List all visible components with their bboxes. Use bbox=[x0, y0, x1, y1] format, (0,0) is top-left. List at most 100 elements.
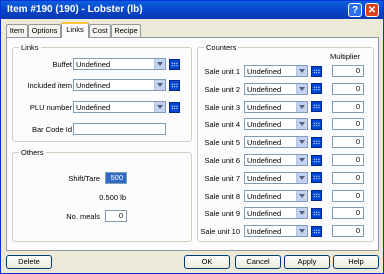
sale-unit-value: Undefined bbox=[247, 209, 282, 219]
no-meals-label: No. meals bbox=[66, 212, 100, 221]
multiplier-input[interactable]: 0 bbox=[332, 154, 364, 166]
buffet-lookup-icon[interactable] bbox=[169, 59, 180, 70]
window-title: Item #190 (190) - Lobster (lb) bbox=[7, 4, 143, 15]
chevron-down-icon[interactable] bbox=[296, 226, 307, 237]
plu-number-value: Undefined bbox=[76, 103, 111, 112]
sale-unit-select[interactable]: Undefined bbox=[244, 82, 308, 95]
close-icon[interactable]: ✕ bbox=[365, 3, 379, 17]
shift-tare-input[interactable]: 500 bbox=[105, 172, 127, 184]
apply-button[interactable]: Apply bbox=[284, 255, 330, 269]
sale-unit-label: Sale unit 1 bbox=[204, 67, 240, 76]
sale-unit-label: Sale unit 5 bbox=[204, 138, 240, 148]
others-legend: Others bbox=[19, 148, 46, 157]
multiplier-input[interactable]: 0 bbox=[332, 189, 364, 202]
chevron-down-icon[interactable] bbox=[296, 155, 307, 165]
plu-number-select[interactable]: Undefined bbox=[73, 101, 166, 113]
weight-text: 0.500 lb bbox=[99, 193, 126, 202]
links-tab-panel: Links Buffet Undefined Included item Und… bbox=[6, 37, 379, 251]
sale-unit-label: Sale unit 3 bbox=[204, 102, 240, 112]
sale-unit-lookup-icon[interactable] bbox=[311, 136, 322, 148]
others-group: Others Shift/Tare 500 0.500 lb No. meals… bbox=[12, 148, 192, 242]
chevron-down-icon[interactable] bbox=[296, 172, 307, 183]
help-icon[interactable]: ? bbox=[348, 3, 362, 17]
sale-unit-label: Sale unit 4 bbox=[204, 120, 240, 130]
no-meals-input[interactable]: 0 bbox=[105, 210, 127, 222]
chevron-down-icon[interactable] bbox=[296, 83, 307, 94]
tab-recipe[interactable]: Recipe bbox=[111, 24, 141, 37]
sale-unit-value: Undefined bbox=[247, 67, 282, 76]
sale-unit-select[interactable]: Undefined bbox=[244, 225, 308, 238]
plu-number-lookup-icon[interactable] bbox=[169, 102, 180, 113]
sale-unit-label: Sale unit 8 bbox=[204, 191, 240, 201]
sale-unit-value: Undefined bbox=[247, 102, 282, 112]
multiplier-input[interactable]: 0 bbox=[332, 136, 364, 149]
included-item-lookup-icon[interactable] bbox=[169, 80, 180, 91]
ok-button[interactable]: OK bbox=[184, 255, 230, 269]
bar-code-label: Bar Code Id bbox=[31, 125, 72, 134]
sale-unit-select[interactable]: Undefined bbox=[244, 171, 308, 184]
sale-unit-value: Undefined bbox=[247, 191, 282, 201]
chevron-down-icon[interactable] bbox=[154, 80, 165, 90]
sale-unit-lookup-icon[interactable] bbox=[311, 207, 322, 219]
multiplier-header: Multiplier bbox=[330, 52, 361, 61]
sale-unit-select[interactable]: Undefined bbox=[244, 65, 308, 77]
included-item-value: Undefined bbox=[76, 81, 111, 90]
multiplier-input[interactable]: 0 bbox=[332, 118, 364, 131]
links-group: Links Buffet Undefined Included item Und… bbox=[12, 43, 192, 142]
sale-unit-label: Sale unit 9 bbox=[204, 209, 240, 219]
shift-tare-label: Shift/Tare bbox=[68, 174, 100, 183]
sale-unit-lookup-icon[interactable] bbox=[311, 190, 322, 202]
tab-options[interactable]: Options bbox=[28, 24, 61, 37]
buffet-value: Undefined bbox=[76, 60, 111, 69]
tab-cost[interactable]: Cost bbox=[89, 24, 111, 37]
sale-unit-label: Sale unit 7 bbox=[204, 173, 240, 183]
links-legend: Links bbox=[19, 43, 41, 52]
multiplier-input[interactable]: 0 bbox=[332, 207, 364, 220]
sale-unit-select[interactable]: Undefined bbox=[244, 136, 308, 149]
help-button[interactable]: Help bbox=[333, 255, 379, 269]
chevron-down-icon[interactable] bbox=[154, 102, 165, 112]
sale-unit-value: Undefined bbox=[247, 173, 282, 183]
delete-button[interactable]: Delete bbox=[6, 255, 52, 269]
sale-unit-select[interactable]: Undefined bbox=[244, 118, 308, 131]
included-item-select[interactable]: Undefined bbox=[73, 79, 166, 91]
sale-unit-value: Undefined bbox=[247, 227, 282, 237]
sale-unit-select[interactable]: Undefined bbox=[244, 154, 308, 166]
sale-unit-label: Sale unit 6 bbox=[204, 156, 240, 165]
sale-unit-lookup-icon[interactable] bbox=[311, 118, 322, 130]
tab-item[interactable]: Item bbox=[6, 24, 28, 37]
sale-unit-label: Sale unit 10 bbox=[200, 227, 240, 237]
multiplier-input[interactable]: 0 bbox=[332, 82, 364, 95]
sale-unit-lookup-icon[interactable] bbox=[311, 154, 322, 166]
chevron-down-icon[interactable] bbox=[296, 66, 307, 76]
chevron-down-icon[interactable] bbox=[154, 59, 165, 69]
chevron-down-icon[interactable] bbox=[296, 137, 307, 148]
sale-unit-lookup-icon[interactable] bbox=[311, 101, 322, 113]
sale-unit-lookup-icon[interactable] bbox=[311, 83, 322, 95]
sale-unit-value: Undefined bbox=[247, 156, 282, 165]
item-dialog: Item #190 (190) - Lobster (lb) ? ✕ Item … bbox=[0, 0, 384, 274]
sale-unit-select[interactable]: Undefined bbox=[244, 207, 308, 220]
multiplier-input[interactable]: 0 bbox=[332, 171, 364, 184]
chevron-down-icon[interactable] bbox=[296, 190, 307, 201]
sale-unit-lookup-icon[interactable] bbox=[311, 225, 322, 237]
chevron-down-icon[interactable] bbox=[296, 101, 307, 112]
multiplier-input[interactable]: 0 bbox=[332, 100, 364, 113]
multiplier-input[interactable]: 0 bbox=[332, 225, 364, 238]
sale-unit-select[interactable]: Undefined bbox=[244, 100, 308, 113]
sale-unit-lookup-icon[interactable] bbox=[311, 172, 322, 184]
sale-unit-label: Sale unit 2 bbox=[204, 84, 240, 94]
sale-unit-select[interactable]: Undefined bbox=[244, 189, 308, 202]
sale-unit-value: Undefined bbox=[247, 138, 282, 148]
multiplier-input[interactable]: 0 bbox=[332, 65, 364, 77]
bar-code-input[interactable] bbox=[73, 123, 166, 135]
cancel-button[interactable]: Cancel bbox=[235, 255, 281, 269]
chevron-down-icon[interactable] bbox=[296, 208, 307, 219]
buffet-select[interactable]: Undefined bbox=[73, 58, 166, 70]
sale-unit-lookup-icon[interactable] bbox=[311, 65, 322, 77]
title-bar[interactable]: Item #190 (190) - Lobster (lb) ? ✕ bbox=[1, 1, 383, 19]
included-item-label: Included item bbox=[27, 81, 72, 90]
buffet-label: Buffet bbox=[52, 60, 72, 69]
tab-links[interactable]: Links bbox=[61, 22, 89, 38]
chevron-down-icon[interactable] bbox=[296, 119, 307, 130]
